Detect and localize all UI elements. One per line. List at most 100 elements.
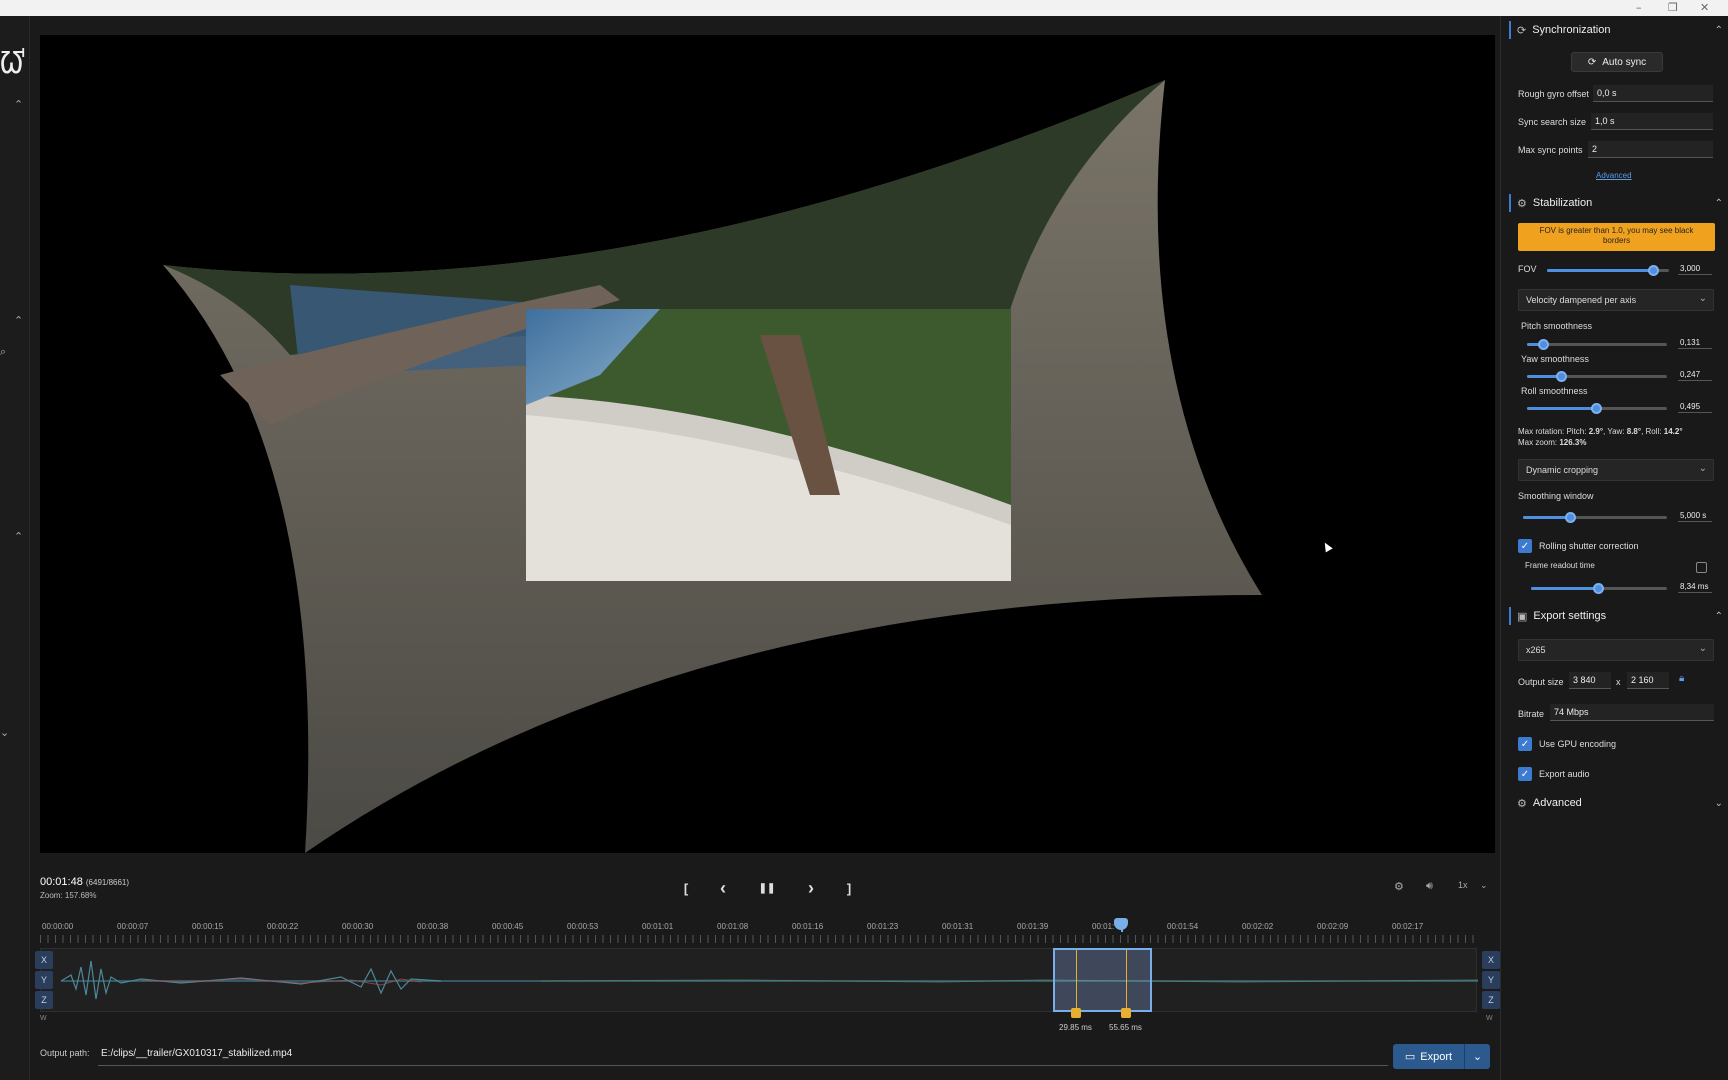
ruler-label: 00:01:16 <box>792 922 824 931</box>
smoothing-window-value[interactable]: 5,000 s <box>1678 510 1712 522</box>
left-panel-collapsed: ᘺ ⌃ ⌃ ⌕ ⌃ ⌄ <box>0 16 30 1080</box>
section-title: Export settings <box>1533 610 1607 622</box>
yaw-value[interactable]: 0,247 <box>1678 369 1712 381</box>
collapse-chevron-icon[interactable]: ⌃ <box>14 314 23 327</box>
sync-point-marker[interactable] <box>1121 1008 1131 1018</box>
smoothing-window-slider[interactable] <box>1523 512 1667 523</box>
roll-smoothness-label: Roll smoothness <box>1521 386 1588 396</box>
frame-readout-checkbox[interactable] <box>1696 562 1707 573</box>
ruler-label: 00:01:31 <box>942 922 974 931</box>
section-title: Advanced <box>1532 797 1582 809</box>
axis-x-toggle-right[interactable]: X <box>1482 951 1500 969</box>
advanced-header[interactable]: ⚙ Advanced ⌄ <box>1509 794 1723 812</box>
sync-search-size-field[interactable]: 1,0 s <box>1591 113 1713 130</box>
pitch-slider[interactable] <box>1527 339 1667 350</box>
close-button[interactable]: ✕ <box>1700 1 1709 14</box>
pitch-smoothness-label: Pitch smoothness <box>1521 321 1593 331</box>
yaw-slider[interactable] <box>1527 371 1667 382</box>
stabilization-header[interactable]: ⚙ Stabilization ⌃ <box>1509 194 1723 212</box>
output-width-field[interactable]: 3 840 <box>1569 672 1611 689</box>
minimize-button[interactable]: – <box>1636 1 1642 14</box>
auto-sync-button[interactable]: ⟳ Auto sync <box>1571 52 1663 72</box>
prev-frame-button[interactable]: ‹ <box>708 876 738 900</box>
pitch-value[interactable]: 0,131 <box>1678 337 1712 349</box>
export-main[interactable]: ▭ Export <box>1393 1044 1465 1069</box>
auto-sync-label: Auto sync <box>1602 56 1647 68</box>
smoothing-method-select[interactable]: Velocity dampened per axis ⌄ <box>1518 289 1714 311</box>
fov-slider[interactable] <box>1547 265 1669 276</box>
output-size-label: Output size <box>1518 677 1564 687</box>
output-path-field[interactable]: E:/clips/__trailer/GX010317_stabilized.m… <box>98 1044 1388 1066</box>
chevron-down-icon[interactable]: ⌄ <box>0 726 9 739</box>
video-preview[interactable] <box>40 35 1495 853</box>
axis-z-toggle-right[interactable]: Z <box>1482 991 1500 1009</box>
smoothing-window-label: Smoothing window <box>1518 491 1594 501</box>
max-yaw: 8.8° <box>1626 427 1642 436</box>
fov-value[interactable]: 3,000 <box>1678 263 1712 275</box>
playback-speed[interactable]: 1x <box>1458 880 1468 890</box>
volume-icon[interactable]: 🔊︎ <box>1426 880 1433 893</box>
axis-z-toggle[interactable]: Z <box>35 991 53 1009</box>
slider-knob[interactable] <box>1593 583 1604 594</box>
stabilized-frame-preview <box>163 80 1262 853</box>
gyro-timeline[interactable]: X Y Z X Y Z <box>35 948 1500 1012</box>
export-dropdown-chevron-icon[interactable]: ⌄ <box>1465 1050 1490 1063</box>
timeline-ruler[interactable]: 00:00:00 00:00:07 00:00:15 00:00:22 00:0… <box>40 920 1477 944</box>
save-icon: ▣ <box>1517 610 1528 623</box>
slider-knob[interactable] <box>1648 265 1660 276</box>
search-icon[interactable]: ⌕ <box>0 346 6 359</box>
mark-out-button[interactable]: ] <box>834 876 864 900</box>
axis-x-toggle[interactable]: X <box>35 951 53 969</box>
export-audio-checkbox[interactable]: ✓ <box>1518 767 1532 781</box>
rolling-shutter-checkbox[interactable]: ✓ <box>1518 539 1532 553</box>
frame-readout-slider[interactable] <box>1531 583 1667 594</box>
next-frame-button[interactable]: › <box>796 876 826 900</box>
export-settings-header[interactable]: ▣ Export settings ⌃ <box>1509 607 1723 625</box>
synchronization-header[interactable]: ⟳ Synchronization ⌃ <box>1509 21 1723 39</box>
sync-advanced-link[interactable]: Advanced <box>1596 171 1632 180</box>
cropping-select[interactable]: Dynamic cropping ⌄ <box>1518 459 1714 481</box>
collapse-chevron-icon[interactable]: ⌃ <box>1715 611 1723 622</box>
rough-gyro-offset-field[interactable]: 0,0 s <box>1593 85 1713 102</box>
axis-y-toggle-right[interactable]: Y <box>1482 971 1500 989</box>
slider-fill <box>1523 516 1571 519</box>
collapse-chevron-icon[interactable]: ⌃ <box>14 530 23 543</box>
axis-y-toggle[interactable]: Y <box>35 971 53 989</box>
size-separator: x <box>1616 677 1621 687</box>
collapse-chevron-icon[interactable]: ⌃ <box>14 98 23 111</box>
max-zoom: 126.3% <box>1559 438 1587 447</box>
lock-icon[interactable]: 🔒︎ <box>1679 673 1684 684</box>
output-height-field[interactable]: 2 160 <box>1627 672 1669 689</box>
mark-in-button[interactable]: [ <box>671 876 701 900</box>
restore-button[interactable]: ❐ <box>1668 1 1678 14</box>
roll-slider[interactable] <box>1527 403 1667 414</box>
ruler-ticks <box>40 935 1477 943</box>
gpu-encoding-checkbox[interactable]: ✓ <box>1518 737 1532 751</box>
settings-panel: ⟳ Synchronization ⌃ ⟳ Auto sync Rough gyr… <box>1500 16 1728 1080</box>
codec-select[interactable]: x265 ⌄ <box>1518 639 1714 661</box>
selected-value: x265 <box>1526 645 1546 655</box>
bitrate-field[interactable]: 74 Mbps <box>1550 704 1714 721</box>
pause-button[interactable]: ❚❚ <box>752 876 782 900</box>
ruler-label: 00:00:15 <box>192 922 224 931</box>
section-title: Synchronization <box>1532 24 1611 36</box>
chevron-down-icon[interactable]: ⌄ <box>1480 880 1488 891</box>
expand-chevron-icon[interactable]: ⌄ <box>1715 798 1723 809</box>
gyro-waveform <box>60 960 1478 1000</box>
collapse-chevron-icon[interactable]: ⌃ <box>1715 198 1723 209</box>
slider-knob[interactable] <box>1556 371 1567 382</box>
slider-knob[interactable] <box>1537 339 1549 350</box>
stabilization-toggle-icon[interactable]: ⚙ <box>1394 880 1404 893</box>
ruler-label: 00:01:01 <box>642 922 674 931</box>
ruler-label: 00:00:07 <box>117 922 149 931</box>
collapse-chevron-icon[interactable]: ⌃ <box>1715 25 1723 36</box>
slider-knob[interactable] <box>1564 512 1576 523</box>
export-button[interactable]: ▭ Export ⌄ <box>1393 1044 1490 1069</box>
max-sync-points-field[interactable]: 2 <box>1588 141 1713 158</box>
ruler-label: 00:00:22 <box>267 922 299 931</box>
sync-range-selection[interactable] <box>1053 948 1152 1012</box>
sync-point-marker[interactable] <box>1071 1008 1081 1018</box>
roll-value[interactable]: 0,495 <box>1678 401 1712 413</box>
frame-readout-value[interactable]: 8,34 ms <box>1678 581 1712 593</box>
slider-knob[interactable] <box>1591 403 1602 414</box>
